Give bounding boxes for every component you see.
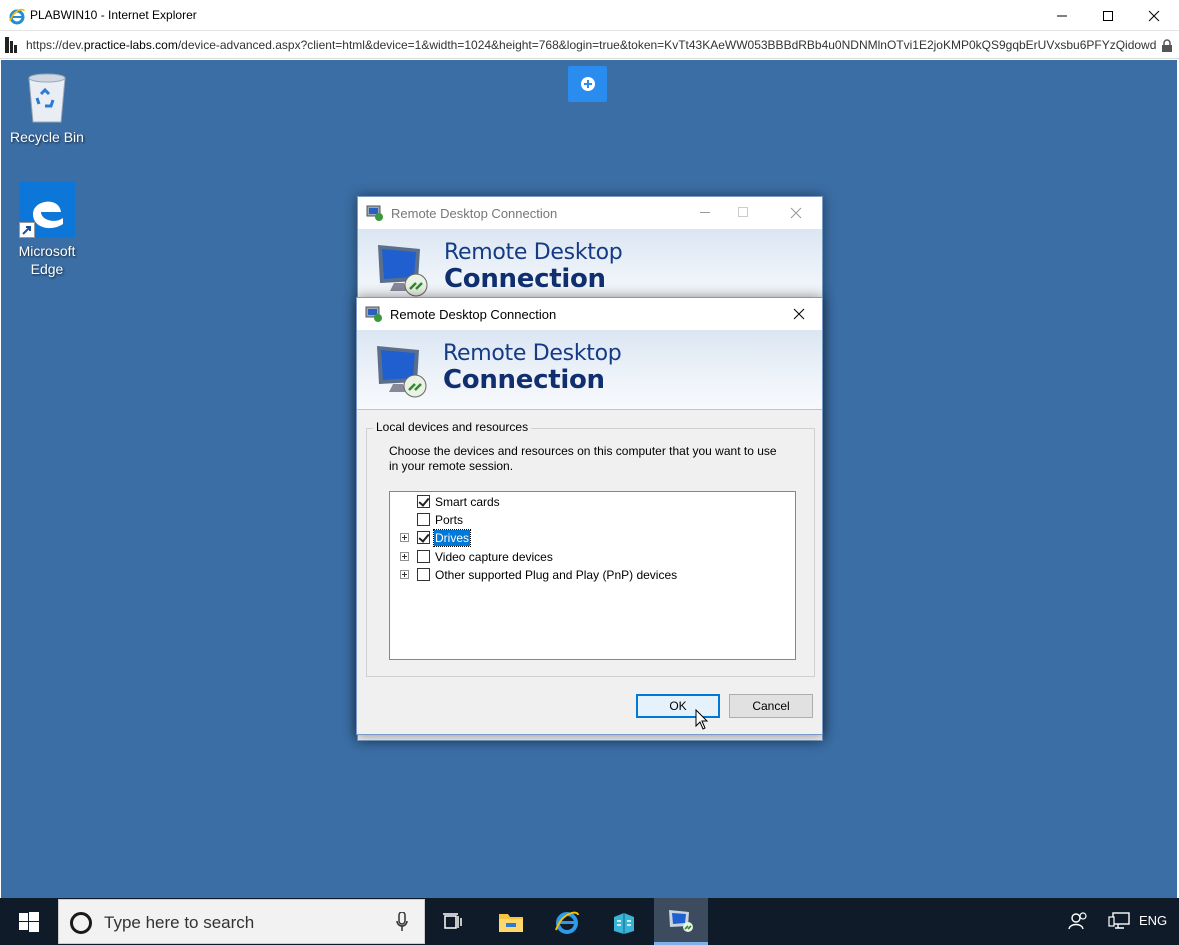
taskbar-search-box[interactable]: Type here to search xyxy=(58,899,425,944)
background-maximize-icon xyxy=(738,207,748,217)
smart-cards-label: Smart cards xyxy=(435,495,500,509)
edge-icon xyxy=(19,182,75,238)
url-path: /device-advanced.aspx?client=html&device… xyxy=(177,38,1156,52)
search-placeholder: Type here to search xyxy=(104,913,255,932)
tree-item-video-capture[interactable]: Video capture devices xyxy=(390,548,770,566)
minimize-button[interactable] xyxy=(1039,0,1085,31)
tree-item-pnp-devices[interactable]: Other supported Plug and Play (PnP) devi… xyxy=(390,566,770,584)
background-close-icon xyxy=(790,207,802,219)
recycle-bin-label: Recycle Bin xyxy=(10,129,84,145)
ports-label: Ports xyxy=(435,513,464,527)
edge-label: Microsoft Edge xyxy=(18,243,76,277)
group-label: Local devices and resources xyxy=(373,420,532,434)
cortana-icon xyxy=(70,912,92,934)
pnp-expand-icon[interactable] xyxy=(400,570,409,579)
banner-line1: Remote Desktop xyxy=(443,341,622,366)
file-explorer-button[interactable] xyxy=(484,898,538,945)
rdc-monitor-icon xyxy=(378,245,428,297)
remote-desktop-taskbar-button[interactable] xyxy=(654,898,708,945)
internet-explorer-icon xyxy=(555,911,579,934)
network-icon[interactable] xyxy=(1108,912,1130,930)
desktop-icon-edge[interactable]: Microsoft Edge xyxy=(2,182,92,278)
microphone-icon[interactable] xyxy=(396,912,408,932)
ports-checkbox[interactable] xyxy=(417,513,430,526)
tree-item-drives[interactable]: Drives xyxy=(390,529,770,547)
local-devices-dialog: Remote Desktop Connection Remote Desktop… xyxy=(356,297,823,735)
drives-label: Drives xyxy=(432,529,472,547)
task-view-button[interactable] xyxy=(425,898,479,945)
recycle-bin-icon xyxy=(28,73,66,123)
rdc-monitor-icon xyxy=(377,346,427,398)
people-icon[interactable] xyxy=(1068,911,1088,931)
desktop-icon-recycle-bin[interactable]: Recycle Bin xyxy=(2,70,92,146)
internet-explorer-icon xyxy=(9,8,25,25)
dialog-title-bar: Remote Desktop Connection xyxy=(357,298,822,330)
video-capture-expand-icon[interactable] xyxy=(400,552,409,561)
dialog-banner: Remote Desktop Connection xyxy=(357,330,822,410)
drives-checkbox[interactable] xyxy=(417,531,430,544)
file-explorer-icon xyxy=(499,913,523,932)
mouse-cursor-icon xyxy=(695,709,709,730)
maximize-button[interactable] xyxy=(1085,0,1131,31)
url-prefix: https://dev. xyxy=(26,38,84,52)
banner-line2: Connection xyxy=(443,365,605,395)
task-view-icon xyxy=(443,912,462,929)
url-text[interactable]: https://dev.practice-labs.com/device-adv… xyxy=(26,38,1156,52)
background-dialog-title: Remote Desktop Connection xyxy=(391,206,558,221)
url-host: practice-labs.com xyxy=(83,38,178,52)
lock-icon[interactable] xyxy=(1161,39,1173,52)
close-button[interactable] xyxy=(1131,0,1177,31)
tree-item-smart-cards[interactable]: Smart cards xyxy=(390,493,770,511)
minimize-icon xyxy=(1057,15,1067,16)
server-manager-icon xyxy=(614,912,634,934)
close-icon xyxy=(793,308,805,320)
pnp-label: Other supported Plug and Play (PnP) devi… xyxy=(435,568,678,582)
video-capture-label: Video capture devices xyxy=(435,550,553,564)
video-capture-checkbox[interactable] xyxy=(417,550,430,563)
background-banner-line1: Remote Desktop xyxy=(444,240,623,265)
dialog-title: Remote Desktop Connection xyxy=(390,307,557,322)
tree-item-ports[interactable]: Ports xyxy=(390,511,770,529)
smart-cards-checkbox[interactable] xyxy=(417,495,430,508)
remote-desktop[interactable]: Recycle Bin Microsoft Edge Remote Deskto… xyxy=(1,60,1177,898)
devices-tree[interactable]: Smart cards Ports Drives Video capture d… xyxy=(389,491,796,660)
pnp-checkbox[interactable] xyxy=(417,568,430,581)
drives-expand-icon[interactable] xyxy=(400,533,409,542)
background-dialog-title-bar: Remote Desktop Connection xyxy=(358,197,822,229)
maximize-icon xyxy=(1103,10,1113,21)
rdc-app-icon xyxy=(366,205,383,221)
rdc-app-icon xyxy=(669,910,693,932)
windows-logo-icon xyxy=(19,911,39,932)
start-button[interactable] xyxy=(0,898,58,945)
browser-title-bar: PLABWIN10 - Internet Explorer xyxy=(0,0,1179,31)
plus-circle-icon xyxy=(580,77,595,91)
close-icon xyxy=(1148,10,1160,21)
cancel-button[interactable]: Cancel xyxy=(729,694,813,718)
taskbar: Type here to search ENG xyxy=(0,898,1179,945)
language-indicator[interactable]: ENG xyxy=(1139,913,1167,928)
internet-explorer-taskbar-button[interactable] xyxy=(540,898,594,945)
group-description: Choose the devices and resources on this… xyxy=(389,444,777,473)
site-favicon-icon xyxy=(5,37,17,53)
browser-window-title: PLABWIN10 - Internet Explorer xyxy=(30,8,197,22)
server-manager-button[interactable] xyxy=(597,898,651,945)
background-minimize-icon xyxy=(700,212,710,213)
remote-menu-button[interactable] xyxy=(568,66,607,102)
dialog-close-button[interactable] xyxy=(776,298,822,330)
address-bar[interactable]: https://dev.practice-labs.com/device-adv… xyxy=(0,31,1179,59)
background-banner-line2: Connection xyxy=(444,264,606,294)
shortcut-arrow-icon xyxy=(19,222,35,238)
rdc-app-icon xyxy=(365,306,382,322)
